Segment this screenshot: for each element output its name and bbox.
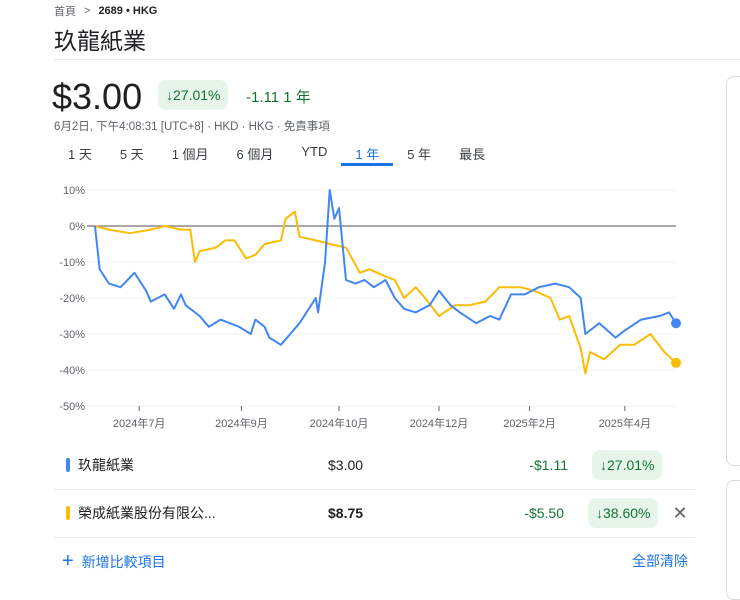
- tab-max[interactable]: 最長: [445, 144, 499, 166]
- tab-1d[interactable]: 1 天: [54, 144, 106, 166]
- compare-name: 玖龍紙業: [78, 457, 134, 473]
- comparison-chart[interactable]: 10% 0% -10% -20% -30% -40% -50% 2024年7月 2024年9月 2…: [40, 175, 700, 435]
- change-percent-badge: ↓27.01%: [158, 80, 229, 110]
- breadcrumb: 首頁 > 2689 • HKG: [54, 3, 157, 19]
- y-tick-label: -10%: [59, 257, 85, 269]
- tab-1m[interactable]: 1 個月: [158, 144, 223, 166]
- tab-6m[interactable]: 6 個月: [223, 144, 288, 166]
- y-tick-label: 10%: [63, 185, 85, 197]
- y-tick-label: -50%: [59, 401, 85, 413]
- x-tick-label: 2024年10月: [310, 416, 369, 430]
- compare-change: -$1.11: [529, 457, 568, 473]
- tab-1y[interactable]: 1 年: [341, 144, 394, 166]
- divider: [54, 489, 694, 490]
- y-tick-label: 0%: [69, 221, 85, 233]
- add-comparison-label: 新增比較項目: [81, 554, 166, 570]
- tab-ytd[interactable]: YTD: [287, 144, 341, 166]
- x-tick-label: 2025年4月: [599, 416, 652, 430]
- compare-change: -$5.50: [524, 505, 564, 521]
- series-color-marker: [66, 506, 70, 520]
- add-comparison-button[interactable]: + 新增比較項目: [62, 550, 166, 573]
- series-end-dot: [671, 357, 681, 368]
- y-tick-label: -20%: [59, 293, 85, 305]
- chevron-right-icon: >: [84, 5, 91, 17]
- compare-price: $8.75: [328, 505, 364, 521]
- y-tick-label: -30%: [59, 329, 85, 341]
- x-tick-label: 2024年9月: [215, 416, 268, 430]
- compare-pct-badge: ↓38.60%: [588, 498, 659, 528]
- close-icon[interactable]: ✕: [672, 503, 687, 524]
- series-line: [94, 189, 677, 346]
- tab-5d[interactable]: 5 天: [106, 144, 158, 166]
- compare-price: $3.00: [328, 457, 364, 473]
- divider: [54, 537, 694, 538]
- x-tick-label: 2025年2月: [503, 416, 556, 430]
- breadcrumb-home[interactable]: 首頁: [54, 3, 76, 19]
- compare-row[interactable]: 玖龍紙業 $3.00 -$1.11 ↓27.01%: [54, 443, 694, 487]
- breadcrumb-ticker: 2689 • HKG: [98, 5, 158, 17]
- compare-name: 榮成紙業股份有限公...: [78, 505, 216, 521]
- compare-row[interactable]: 榮成紙業股份有限公... $8.75 -$5.50 ↓38.60% ✕: [54, 491, 694, 535]
- current-price: $3.00: [52, 76, 143, 117]
- change-absolute: -1.11 1 年: [246, 89, 311, 106]
- series-end-dot: [671, 318, 681, 329]
- plus-icon: +: [62, 550, 74, 572]
- clear-all-button[interactable]: 全部清除: [632, 551, 688, 571]
- range-tabs: 1 天 5 天 1 個月 6 個月 YTD 1 年 5 年 最長: [54, 144, 499, 166]
- series-line: [94, 210, 677, 375]
- side-panel-card: [726, 76, 740, 466]
- tab-5y[interactable]: 5 年: [393, 144, 445, 166]
- price-meta: 6月2日, 下午4:08:31 [UTC+8] · HKD · HKG · 免責…: [54, 121, 330, 133]
- side-panel-card: [726, 480, 740, 600]
- compare-pct-badge: ↓27.01%: [592, 450, 663, 480]
- x-tick-label: 2024年7月: [113, 416, 166, 430]
- x-tick-label: 2024年12月: [410, 416, 469, 430]
- y-tick-label: -40%: [59, 365, 85, 377]
- series-color-marker: [66, 458, 70, 472]
- page-title: 玖龍紙業: [54, 28, 146, 54]
- divider: [54, 59, 740, 60]
